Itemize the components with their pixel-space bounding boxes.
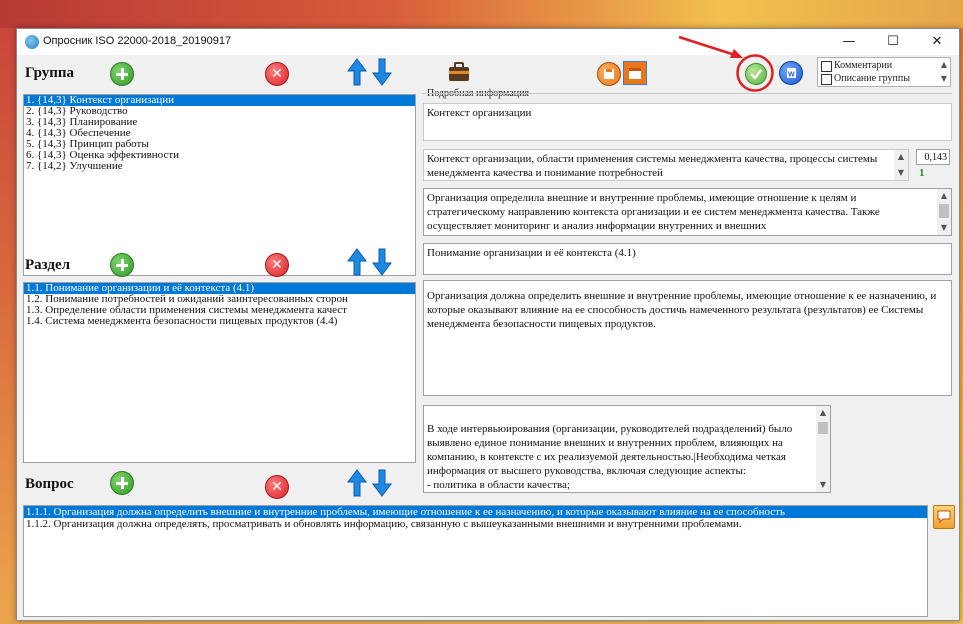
annotation-arrow — [678, 35, 743, 58]
add-group-button[interactable] — [110, 62, 134, 86]
group-description-text: Организация определила внешние и внутрен… — [427, 192, 880, 232]
svg-text:W: W — [788, 72, 795, 79]
move-group-down-button[interactable] — [372, 58, 392, 86]
group-label: Группа — [25, 65, 75, 81]
delete-group-button[interactable]: ✕ — [265, 62, 289, 86]
section-title-field[interactable]: Понимание организации и её контекста (4.… — [423, 243, 952, 275]
question-item[interactable]: 1.1.2. Организация должна определять, пр… — [24, 518, 927, 530]
check-icon — [750, 69, 762, 80]
comment-edit-button[interactable] — [933, 505, 955, 529]
save-button[interactable] — [597, 62, 621, 86]
display-options-box: Комментарии Описание группы ▲ ▼ — [817, 57, 951, 87]
question-item[interactable]: 1.1.1. Организация должна определить вне… — [24, 506, 927, 518]
floppy-icon — [604, 69, 614, 79]
score-field[interactable]: 0,143 — [916, 149, 950, 165]
calendar-button[interactable] — [623, 61, 647, 85]
group-subtitle-field[interactable]: Контекст организации, области применения… — [423, 149, 909, 181]
section-list[interactable]: 1.1. Понимание организации и её контекст… — [23, 282, 416, 463]
delete-question-button[interactable]: ✕ — [265, 475, 289, 499]
move-section-up-button[interactable] — [347, 248, 367, 276]
chevron-down-icon[interactable]: ▼ — [938, 72, 950, 86]
word-icon: W — [787, 68, 796, 79]
scroll-thumb[interactable] — [939, 204, 949, 218]
briefcase-button[interactable] — [447, 61, 471, 83]
calendar-icon — [629, 68, 641, 79]
section-item[interactable]: 1.4. Система менеджмента безопасности пи… — [24, 316, 415, 327]
section-label: Раздел — [25, 257, 71, 273]
delete-icon: ✕ — [271, 66, 283, 82]
score-count: 1 — [919, 167, 925, 179]
move-question-up-button[interactable] — [347, 469, 367, 497]
interview-notes-field[interactable]: В ходе интервьюирования (организации, ру… — [423, 405, 831, 493]
chevron-down-icon[interactable]: ▼ — [816, 478, 830, 492]
group-subtitle-text: Контекст организации, области применения… — [427, 153, 878, 179]
subtitle-scrollbar[interactable]: ▲ ▼ — [894, 150, 908, 180]
group-description-checkbox[interactable] — [821, 74, 832, 85]
chevron-up-icon[interactable]: ▲ — [938, 58, 950, 72]
briefcase-icon — [449, 62, 469, 81]
description-scrollbar[interactable]: ▲ ▼ — [937, 189, 951, 235]
title-bar: Опросник ISO 22000-2018_20190917 — ☐ ✕ — [17, 29, 959, 55]
minimize-button[interactable]: — — [827, 29, 871, 55]
delete-section-button[interactable]: ✕ — [265, 253, 289, 277]
comments-checkbox[interactable] — [821, 61, 832, 72]
group-item[interactable]: 7. {14,2} Улучшение — [24, 161, 415, 172]
delete-icon: ✕ — [271, 257, 283, 273]
comments-checkbox-label: Комментарии — [834, 60, 893, 71]
desktop-background — [0, 0, 963, 28]
group-description-checkbox-label: Описание группы — [834, 73, 910, 84]
move-section-down-button[interactable] — [372, 248, 392, 276]
question-list[interactable]: 1.1.1. Организация должна определить вне… — [23, 505, 928, 617]
app-icon — [25, 35, 39, 49]
chevron-up-icon[interactable]: ▲ — [816, 406, 830, 420]
move-question-down-button[interactable] — [372, 469, 392, 497]
question-label: Вопрос — [25, 476, 74, 492]
window-title: Опросник ISO 22000-2018_20190917 — [43, 35, 232, 47]
chevron-down-icon[interactable]: ▼ — [894, 166, 908, 180]
delete-icon: ✕ — [271, 479, 283, 495]
chevron-up-icon[interactable]: ▲ — [937, 189, 951, 203]
export-word-button[interactable]: W — [779, 61, 803, 85]
move-group-up-button[interactable] — [347, 58, 367, 86]
chevron-up-icon[interactable]: ▲ — [894, 150, 908, 164]
maximize-button[interactable]: ☐ — [871, 29, 915, 55]
add-question-button[interactable] — [110, 471, 134, 495]
app-window: Опросник ISO 22000-2018_20190917 — ☐ ✕ Г… — [16, 28, 960, 621]
main-panel: Группа ✕ 1. {14,3} Контекст организации … — [17, 35, 959, 620]
options-scrollbar[interactable]: ▲ ▼ — [938, 58, 950, 86]
chevron-down-icon[interactable]: ▼ — [937, 221, 951, 235]
speech-bubble-icon — [937, 510, 951, 524]
scroll-thumb[interactable] — [818, 422, 828, 434]
interview-scrollbar[interactable]: ▲ ▼ — [816, 406, 830, 492]
interview-notes-text: В ходе интервьюирования (организации, ру… — [427, 423, 793, 491]
confirm-button[interactable] — [745, 63, 767, 85]
section-text-field[interactable]: Организация должна определить внешние и … — [423, 280, 952, 396]
add-section-button[interactable] — [110, 253, 134, 277]
group-description-field[interactable]: Организация определила внешние и внутрен… — [423, 188, 952, 236]
close-button[interactable]: ✕ — [915, 29, 959, 55]
group-title-field[interactable]: Контекст организации — [423, 103, 952, 141]
